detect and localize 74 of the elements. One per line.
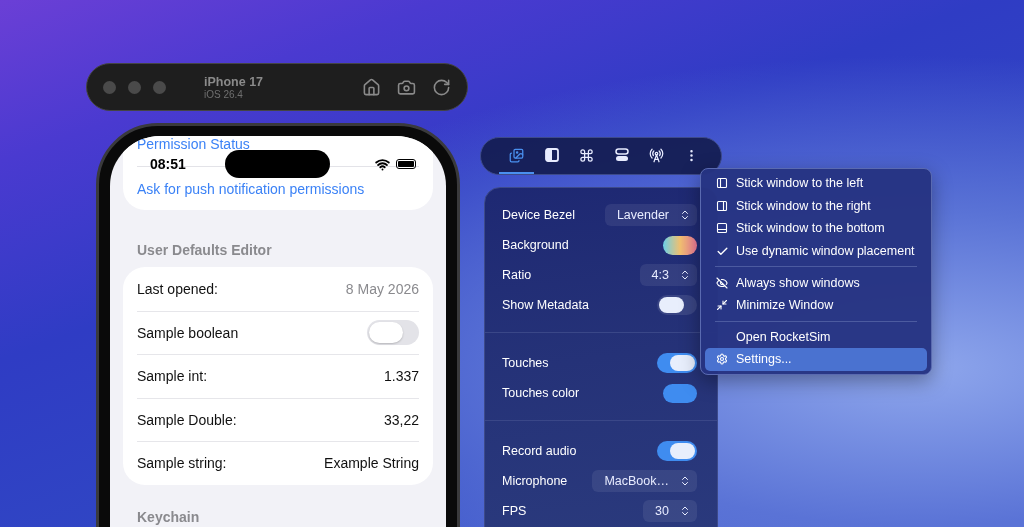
setting-label: Touches — [502, 356, 549, 370]
status-time: 08:51 — [150, 156, 186, 172]
select-field[interactable]: 4:3 — [639, 264, 697, 286]
row-value: 33,22 — [383, 411, 419, 428]
row-value: 8 May 2026 — [345, 280, 419, 297]
toggle-switch[interactable] — [367, 320, 419, 346]
setting-label: Device Bezel — [502, 208, 575, 222]
section-header: User Defaults Editor — [137, 242, 273, 258]
window-dot[interactable] — [153, 80, 166, 94]
menu-item[interactable]: Minimize Window — [705, 293, 927, 317]
setting-label: FPS — [502, 504, 527, 518]
chevrons-icon — [679, 269, 691, 281]
screenshots-icon — [509, 147, 524, 163]
wifi-icon — [375, 156, 390, 172]
setting-label: Touches color — [502, 386, 580, 400]
gear-icon — [716, 353, 728, 366]
select-field[interactable]: Lavender — [604, 204, 697, 226]
menu-item[interactable]: Settings... — [705, 348, 927, 371]
antenna-icon — [649, 147, 664, 163]
camera-icon[interactable] — [397, 77, 416, 97]
eye-slash-icon — [716, 276, 728, 289]
menu-item-label: Stick window to the left — [736, 176, 864, 191]
chevrons-icon — [679, 209, 691, 221]
menu-item[interactable]: Use dynamic window placement — [705, 239, 927, 263]
menu-item-label: Settings... — [736, 352, 792, 367]
menu-item-label: Use dynamic window placement — [736, 244, 915, 259]
color-swatch[interactable] — [663, 383, 697, 403]
permission-link[interactable]: Ask for push notification permissions — [137, 181, 365, 197]
section-header: Keychain — [137, 508, 201, 525]
menu-item-label: Minimize Window — [736, 298, 834, 313]
menu-item[interactable]: Stick window to the right — [705, 194, 927, 218]
row-label: Sample boolean — [137, 324, 239, 341]
toggle-switch[interactable] — [657, 295, 697, 315]
row-label: Sample Double: — [137, 411, 237, 428]
chevrons-icon — [679, 475, 691, 487]
command-icon — [579, 147, 594, 163]
select-field[interactable]: MacBook… — [592, 470, 697, 492]
permission-link[interactable]: Permission Status — [137, 136, 250, 152]
row-label: Sample string: — [137, 455, 227, 472]
menu-item-label: Stick window to the bottom — [736, 221, 885, 236]
battery-icon — [396, 159, 416, 169]
panel-left-icon — [716, 177, 728, 190]
setting-label: Ratio — [502, 268, 532, 282]
chevrons-icon — [679, 505, 691, 517]
os-version: iOS 26.4 — [204, 88, 244, 100]
window-dot[interactable] — [128, 80, 141, 94]
row-label: Sample int: — [137, 368, 208, 385]
row-label: Last opened: — [137, 280, 218, 297]
home-icon[interactable] — [362, 77, 381, 97]
menu-item[interactable]: Stick window to the bottom — [705, 217, 927, 240]
menu-item[interactable]: Open RocketSim — [705, 325, 927, 349]
gradient-swatch[interactable] — [663, 235, 697, 255]
toggle-switch[interactable] — [657, 353, 697, 373]
row-value: Example String — [324, 455, 419, 472]
setting-label: Record audio — [502, 444, 577, 458]
panel-bottom-icon — [716, 222, 728, 235]
menu-item[interactable]: Stick window to the left — [705, 172, 927, 195]
setting-label: Background — [502, 238, 569, 252]
window-dot[interactable] — [103, 80, 116, 94]
half-square-icon — [544, 148, 559, 162]
minimize-icon — [716, 299, 728, 312]
menu-item-label: Stick window to the right — [736, 198, 871, 213]
panel-right-icon — [716, 199, 728, 212]
menu-item-label: Open RocketSim — [736, 329, 831, 344]
toggles-icon — [614, 148, 629, 162]
toggle-switch[interactable] — [657, 441, 697, 461]
select-field[interactable]: 30 — [643, 500, 697, 522]
setting-label: Show Metadata — [502, 298, 589, 312]
device-name: iPhone 17 — [204, 74, 265, 89]
menu-item[interactable]: Always show windows — [705, 271, 927, 294]
menu-item-label: Always show windows — [736, 275, 860, 290]
rotate-icon[interactable] — [432, 77, 451, 97]
row-value: 1.337 — [383, 368, 419, 385]
setting-label: Microphone — [502, 474, 568, 488]
